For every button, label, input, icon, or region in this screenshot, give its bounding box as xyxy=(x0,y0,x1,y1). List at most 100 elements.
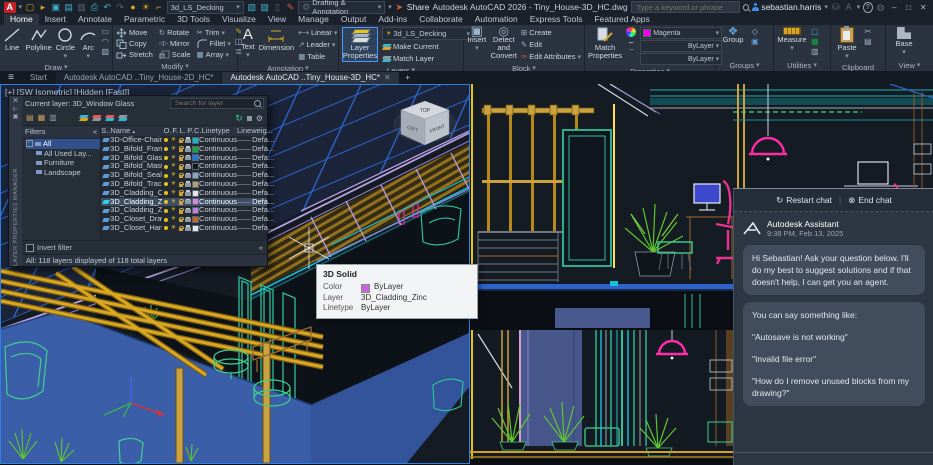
user-caret-icon[interactable]: ▾ xyxy=(824,3,828,11)
palette-autohide-icon[interactable]: ⊩ xyxy=(13,106,18,113)
make-current-button[interactable]: Make Current xyxy=(382,41,474,52)
dimension-button[interactable]: Dimension xyxy=(259,27,294,52)
fillet-button[interactable]: Fillet▾ xyxy=(197,38,231,49)
id-point-icon[interactable]: ▥ xyxy=(811,47,819,56)
view-panel-label[interactable]: View▾ xyxy=(886,61,933,71)
mirror-button[interactable]: ◁▷Mirror xyxy=(159,38,191,49)
groups-panel-label[interactable]: Groups▾ xyxy=(716,61,773,71)
palette-title-strip[interactable]: ✕ ⊩ ▣ LAYER PROPERTIES MANAGER xyxy=(9,96,22,266)
palette-close-icon[interactable]: ✕ xyxy=(12,96,19,106)
suggestion-3[interactable]: "How do I remove unused blocks from my d… xyxy=(752,375,916,399)
cut-icon[interactable]: ✂ xyxy=(864,27,872,36)
search-box[interactable] xyxy=(631,1,740,13)
linetype-dropdown[interactable]: ByLayer▾ xyxy=(640,53,722,65)
foot-collapse-icon[interactable]: « xyxy=(259,243,263,252)
tab-insert[interactable]: Insert xyxy=(39,14,72,25)
minimize-button[interactable]: – xyxy=(888,3,900,12)
qat-layer-dropdown[interactable]: 3d_LS_Decking ▾ xyxy=(167,1,244,14)
detect-convert-button[interactable]: ◎ Detect and Convert xyxy=(491,27,517,60)
circle-button[interactable]: Circle▾ xyxy=(56,27,75,61)
tab-collaborate[interactable]: Collaborate xyxy=(413,14,468,25)
suggestion-1[interactable]: "Autosave is not working" xyxy=(752,331,916,343)
quick-calc-icon[interactable]: ▦ xyxy=(811,37,819,46)
file-tabs-menu-icon[interactable]: ≡ xyxy=(0,71,22,84)
filters-collapse-icon[interactable]: « xyxy=(93,127,97,136)
hatch-tool-icon[interactable]: ▨ xyxy=(101,47,109,56)
file-tab-close-icon[interactable]: ✕ xyxy=(384,72,391,84)
layer-state-3-icon[interactable] xyxy=(105,115,114,121)
table-button[interactable]: ▦Table xyxy=(298,51,337,62)
invert-filter-checkbox[interactable]: Invert filter xyxy=(26,243,72,252)
lineweight-dropdown[interactable]: ByLayer▾ xyxy=(640,40,722,52)
polyline-button[interactable]: Polyline xyxy=(26,27,52,52)
assistant-input-area[interactable] xyxy=(734,452,933,465)
properties-panel-label[interactable]: Properties▾ xyxy=(585,67,715,71)
leader-button[interactable]: ↗Leader▾ xyxy=(298,39,337,50)
scale-button[interactable]: Scale xyxy=(159,49,191,60)
palette-properties-icon[interactable]: ▣ xyxy=(13,113,19,120)
tab-express-tools[interactable]: Express Tools xyxy=(524,14,589,25)
tab-add-ins[interactable]: Add-ins xyxy=(372,14,413,25)
autodesk-a-icon[interactable]: A xyxy=(844,1,854,13)
tab-visualize[interactable]: Visualize xyxy=(216,14,262,25)
filter-all-used[interactable]: All Used Lay... xyxy=(36,149,100,159)
refresh-icon[interactable]: ↻ xyxy=(235,113,243,124)
end-chat-button[interactable]: ⊗ End chat xyxy=(848,195,892,206)
make-current-icon[interactable]: ▧ xyxy=(247,1,257,13)
qat-customize-caret-icon[interactable]: ▾ xyxy=(388,3,392,11)
layer-state-1-icon[interactable] xyxy=(79,115,88,121)
tab-parametric[interactable]: Parametric xyxy=(118,14,171,25)
redo-icon[interactable]: ↷ xyxy=(115,1,125,13)
settings-gear-icon[interactable]: ⚙ xyxy=(256,114,263,123)
new-layer-icon[interactable]: ▤ xyxy=(26,113,34,123)
tab-automation[interactable]: Automation xyxy=(469,14,524,25)
close-button[interactable]: ✕ xyxy=(917,3,929,12)
array-button[interactable]: ▦Array▾ xyxy=(197,49,231,60)
new-layer-vp-icon[interactable]: ▦ xyxy=(38,113,46,123)
layer-state-2-icon[interactable] xyxy=(92,115,101,121)
layer-on-bulb-icon[interactable]: ● xyxy=(128,1,138,13)
filter-all[interactable]: -All xyxy=(26,139,100,149)
plot-icon[interactable]: ▥ xyxy=(77,1,87,13)
base-button[interactable]: Base▾ xyxy=(889,27,919,57)
measure-button[interactable]: Measure▾ xyxy=(777,27,807,53)
file-tab-start[interactable]: Start xyxy=(22,72,55,84)
restart-chat-button[interactable]: ↻ Restart chat xyxy=(776,195,832,206)
modify-panel-label[interactable]: Modify▾ xyxy=(113,62,237,71)
annotation-panel-label[interactable]: Annotation▾ xyxy=(238,64,338,71)
group-button[interactable]: ❖ Group xyxy=(719,27,747,44)
tab-annotate[interactable]: Annotate xyxy=(72,14,118,25)
ellipse-tool-icon[interactable]: ◠ xyxy=(101,37,109,46)
a-caret-icon[interactable]: ▾ xyxy=(857,3,861,11)
username[interactable]: sebastian.harris xyxy=(761,2,821,12)
open-folder-icon[interactable]: ▸ xyxy=(38,1,48,13)
copy-clip-icon[interactable]: ▤ xyxy=(864,37,872,46)
move-button[interactable]: Move xyxy=(116,27,153,38)
marker-icon[interactable]: ✎ xyxy=(285,1,295,13)
layers-panel-label[interactable]: Layers▾ xyxy=(339,66,463,71)
notification-bell-icon[interactable]: ◍ xyxy=(876,1,886,13)
insert-button[interactable]: ▣ Insert▾ xyxy=(467,27,487,53)
rectangle-tool-icon[interactable]: ▭ xyxy=(101,27,109,36)
workspace-dropdown[interactable]: ⚙ Drafting & Annotation ▾ xyxy=(298,1,385,14)
tab-home[interactable]: Home xyxy=(4,14,39,25)
clipboard-panel-label[interactable]: Clipboard xyxy=(831,63,885,71)
app-menu-caret-icon[interactable]: ▾ xyxy=(19,3,23,11)
layer-row[interactable]: 3D_Closet_Hang...☀Continuous—— Defa... xyxy=(101,224,267,233)
layer-state-4-icon[interactable] xyxy=(118,115,127,121)
match-layer-button[interactable]: Match Layer xyxy=(382,53,474,64)
layer-match-icon[interactable]: ▨ xyxy=(260,1,270,13)
layer-lock-icon[interactable]: ⌐ xyxy=(154,1,164,13)
block-panel-label[interactable]: Block▾ xyxy=(464,64,584,71)
object-color-dropdown[interactable]: Magenta▾ xyxy=(640,27,722,39)
layer-search-input[interactable] xyxy=(173,99,252,108)
ungroup-icon[interactable]: ◇ xyxy=(751,27,759,36)
filter-furniture[interactable]: Furniture xyxy=(36,158,100,168)
help-icon[interactable]: ? xyxy=(863,2,872,13)
filter-landscape[interactable]: Landscape xyxy=(36,168,100,178)
new-file-icon[interactable]: ▢ xyxy=(25,1,35,13)
tab-view[interactable]: View xyxy=(262,14,292,25)
new-tab-button[interactable]: + xyxy=(400,72,416,84)
arc-button[interactable]: Arc▾ xyxy=(79,27,98,61)
copy-button[interactable]: Copy xyxy=(116,38,153,49)
